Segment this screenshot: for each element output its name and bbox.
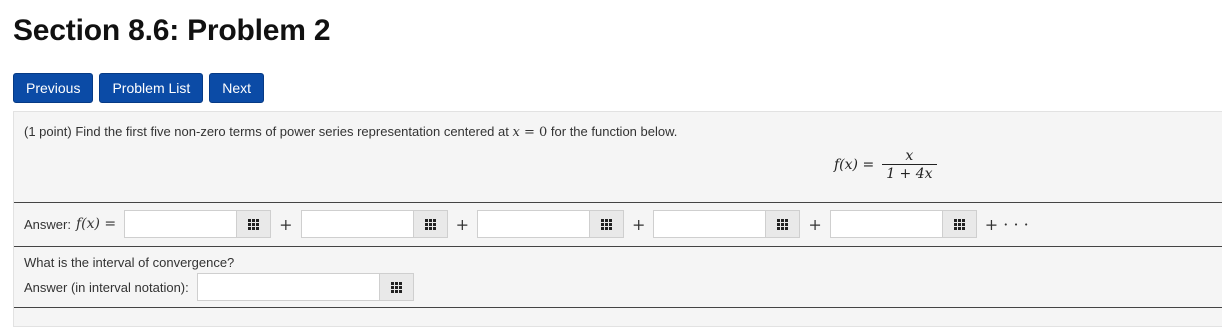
formula-numerator: x — [905, 148, 914, 164]
series-term-2-input[interactable] — [300, 210, 414, 238]
function-formula: f(x) = x 1 + 4x — [834, 148, 937, 182]
equation-editor-button-5[interactable] — [942, 210, 977, 238]
prompt-text: Find the first five non-zero terms of po… — [75, 124, 509, 139]
formula-fraction: x 1 + 4x — [882, 148, 937, 182]
points-label: (1 point) — [24, 124, 72, 139]
equation-editor-grid-icon — [424, 218, 436, 230]
divider — [14, 246, 1222, 247]
prompt-math-variable: x — [512, 125, 520, 140]
formula-denominator: 1 + 4x — [882, 164, 937, 182]
problem-list-button[interactable]: Problem List — [99, 73, 204, 103]
next-button[interactable]: Next — [209, 73, 265, 103]
series-ellipsis: + · · · — [984, 214, 1029, 234]
prompt-text-end: for the function below. — [550, 124, 678, 139]
answer-label: Answer: — [24, 216, 71, 232]
series-term-1-input[interactable] — [124, 210, 238, 238]
series-term-3-input[interactable] — [476, 210, 590, 238]
equation-editor-button-2[interactable] — [413, 210, 448, 238]
divider — [14, 307, 1222, 308]
equation-editor-button-3[interactable] — [589, 210, 624, 238]
previous-button[interactable]: Previous — [13, 73, 94, 103]
answer-math-label: f(x) = — [75, 216, 117, 232]
equation-editor-button-1[interactable] — [237, 210, 272, 238]
equation-editor-grid-icon — [600, 218, 612, 230]
plus-sign: + — [279, 214, 293, 234]
interval-answer-label: Answer (in interval notation): — [24, 279, 189, 295]
plus-sign: + — [631, 214, 646, 234]
page-title: Section 8.6: Problem 2 — [13, 14, 331, 47]
series-term-5-input[interactable] — [829, 210, 943, 238]
convergence-question: What is the interval of convergence? — [24, 255, 235, 270]
plus-sign: + — [455, 214, 469, 234]
equation-editor-grid-icon — [777, 218, 789, 230]
equation-editor-grid-icon — [248, 218, 260, 230]
prompt-math-equals: = 0 — [519, 125, 548, 140]
formula-lhs: f(x) = — [834, 157, 875, 173]
series-term-4-input[interactable] — [653, 210, 767, 238]
equation-editor-grid-icon — [953, 218, 965, 230]
interval-notation-input[interactable] — [196, 273, 380, 301]
problem-prompt: (1 point) Find the first five non-zero t… — [24, 124, 677, 140]
answer-row: Answer: f(x) = + + + + + · · · — [24, 210, 1037, 238]
equation-editor-grid-icon — [390, 281, 402, 293]
problem-panel: (1 point) Find the first five non-zero t… — [13, 111, 1222, 327]
plus-sign: + — [808, 214, 822, 234]
equation-editor-button-4[interactable] — [766, 210, 801, 238]
divider — [14, 202, 1222, 203]
interval-answer-row: Answer (in interval notation): — [24, 273, 414, 301]
problem-nav: Previous Problem List Next — [13, 73, 265, 103]
equation-editor-button-6[interactable] — [379, 273, 414, 301]
